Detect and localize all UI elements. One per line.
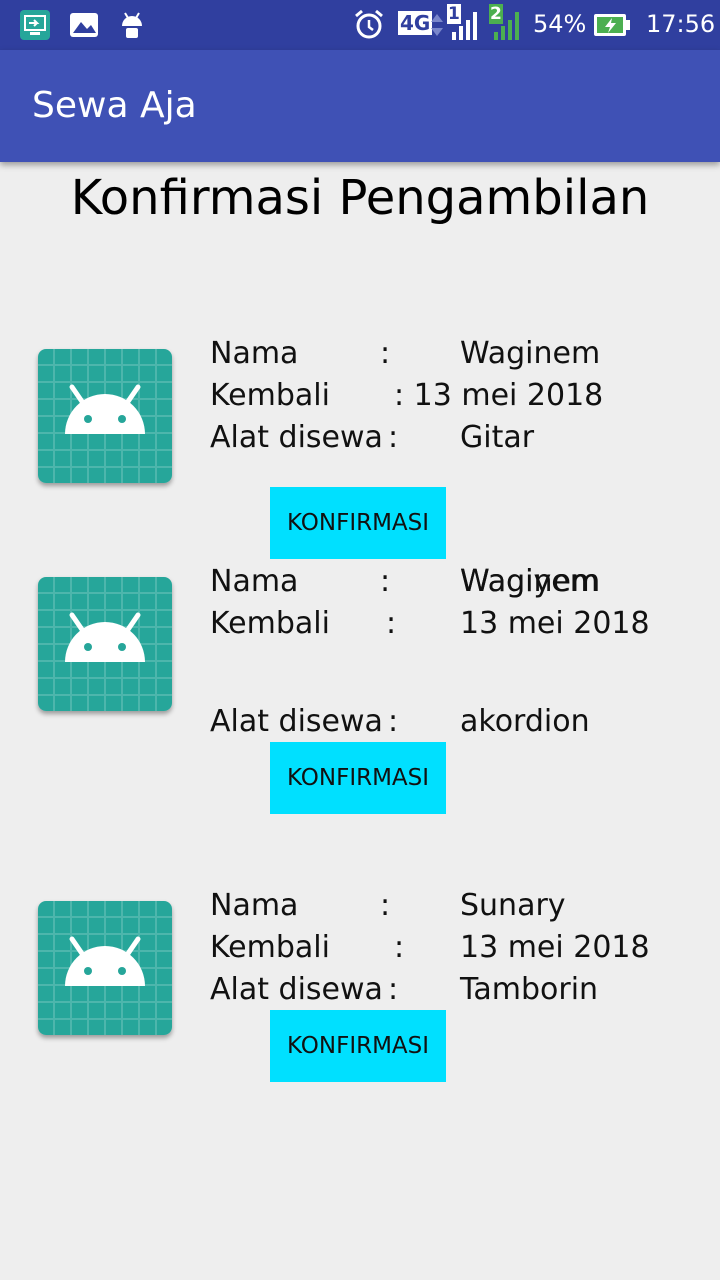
kembali-colon: : <box>394 930 405 965</box>
nama-label: Nama <box>210 888 299 923</box>
signal-sim2-icon <box>494 12 519 40</box>
kembali-value: 13 mei 2018 <box>460 930 650 965</box>
kembali-label: Kembali <box>210 378 330 413</box>
kembali-value: : 13 mei 2018 <box>394 378 604 413</box>
nama-colon: : <box>380 888 391 923</box>
nama-label: Nama <box>210 564 299 599</box>
android-app-icon <box>38 577 172 711</box>
nama-value: Sunary <box>460 888 566 923</box>
app-bar: Sewa Aja <box>0 50 720 162</box>
alat-label: Alat disewa <box>210 420 383 455</box>
alat-value: Tamborin <box>460 972 599 1007</box>
android-app-icon <box>38 901 172 1035</box>
kembali-label: Kembali <box>210 606 330 641</box>
kembali-value: 13 mei 2018 <box>460 606 650 641</box>
alat-value: akordion <box>460 704 590 739</box>
alat-label: Alat disewa <box>210 972 383 1007</box>
signal-sim1-icon <box>452 12 477 40</box>
app-title: Sewa Aja <box>32 85 197 126</box>
nama-colon: : <box>380 336 391 371</box>
konfirmasi-button[interactable]: KONFIRMASI <box>270 487 446 559</box>
nama-label: Nama <box>210 336 299 371</box>
kembali-label: Kembali <box>210 930 330 965</box>
konfirmasi-button[interactable]: KONFIRMASI <box>270 742 446 814</box>
battery-percent: 54% <box>533 10 587 38</box>
gallery-icon <box>70 13 98 37</box>
alarm-icon <box>355 9 383 39</box>
data-activity-icon <box>431 14 443 36</box>
alat-colon: : <box>388 972 399 1007</box>
nama-value-overlap: Wagiyem <box>460 564 599 599</box>
page-title: Konfirmasi Pengambilan <box>70 170 650 226</box>
alat-colon: : <box>388 420 399 455</box>
android-app-icon <box>38 349 172 483</box>
konfirmasi-button[interactable]: KONFIRMASI <box>270 1010 446 1082</box>
battery-charging-icon <box>594 14 630 36</box>
alat-value: Gitar <box>460 420 535 455</box>
nama-colon: : <box>380 564 391 599</box>
status-bar: 4G 1 2 54% 17:56 <box>0 0 720 50</box>
alat-label: Alat disewa <box>210 704 383 739</box>
nama-value: Waginem <box>460 336 601 371</box>
android-debug-icon <box>122 12 142 38</box>
clock: 17:56 <box>646 10 716 38</box>
alat-colon: : <box>388 704 399 739</box>
kembali-colon: : <box>386 606 397 641</box>
screen-share-icon <box>20 10 50 40</box>
